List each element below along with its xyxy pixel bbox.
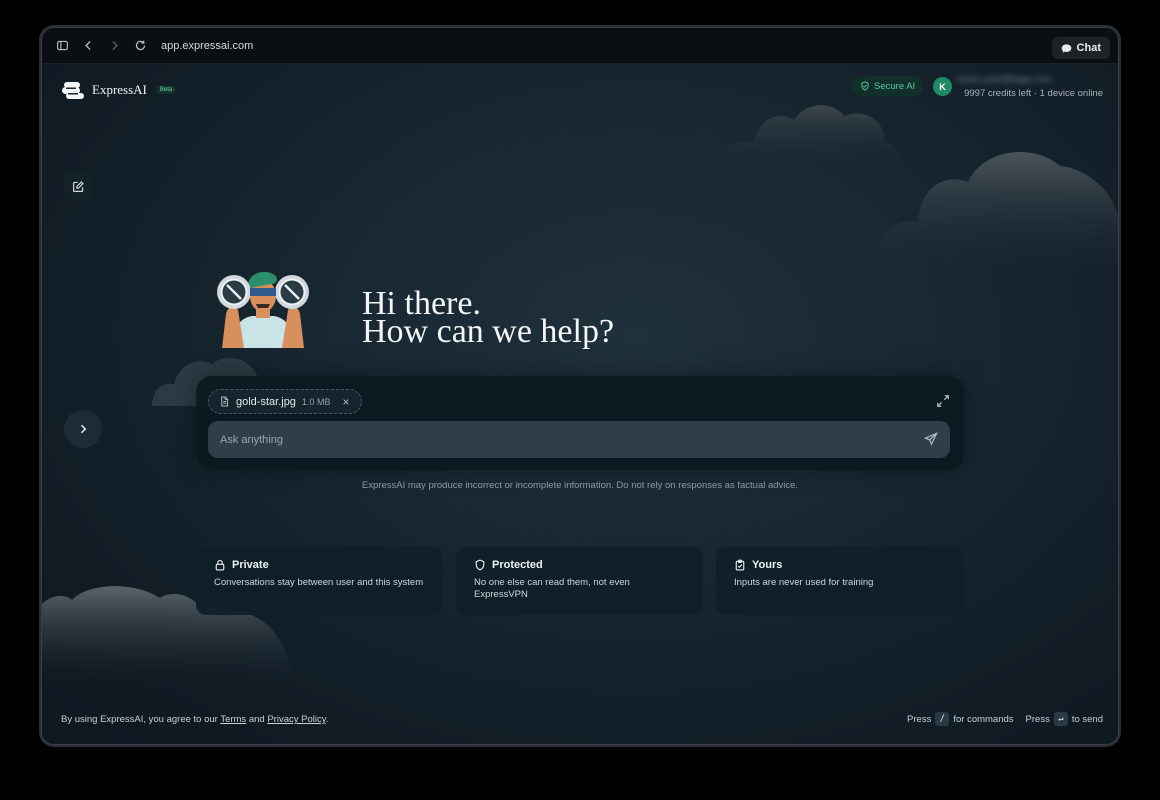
disclaimer-text: ExpressAI may produce incorrect or incom… [361, 480, 799, 491]
chat-bubble-icon [1061, 43, 1071, 53]
hint-press: Press [907, 713, 932, 725]
expand-icon[interactable] [936, 394, 950, 408]
attachment-chip[interactable]: gold-star.jpg 1.0 MB × [208, 389, 363, 414]
terms-notice: By using ExpressAI, you agree to our Ter… [61, 714, 328, 725]
hint-commands: for commands [953, 713, 1014, 725]
reload-icon[interactable] [127, 33, 153, 59]
attachment-name: gold-star.jpg [236, 395, 296, 408]
terms-suffix: . [325, 714, 329, 725]
brand-name: ExpressAI [92, 82, 147, 97]
card-title: Yours [752, 559, 783, 571]
prompt-input[interactable] [208, 421, 950, 458]
card-description: Inputs are never used for training [734, 577, 874, 588]
commands-hint: Press / for commands [907, 712, 1014, 726]
lock-icon [215, 559, 225, 571]
shield-check-icon [861, 81, 869, 91]
browser-toolbar: app.expressai.com Chat [42, 28, 1118, 64]
secure-ai-badge[interactable]: Secure AI [852, 76, 924, 96]
feature-card-private: Private Conversations stay between user … [196, 547, 443, 615]
browser-window: app.expressai.com Chat ExpressAI Beta Se… [42, 28, 1118, 744]
keyboard-hints: Press / for commands Press ↵ to send [907, 712, 1103, 726]
avatar[interactable]: K [933, 77, 952, 96]
send-hint: Press ↵ to send [1026, 712, 1103, 726]
terms-prefix: By using ExpressAI, you agree to our [61, 714, 221, 725]
enter-key: ↵ [1053, 712, 1068, 726]
app-page: ExpressAI Beta Secure AI K kevin.user@fu… [42, 64, 1118, 744]
address-bar[interactable]: app.expressai.com [161, 40, 253, 52]
chat-composer: gold-star.jpg 1.0 MB × [196, 376, 964, 470]
edit-icon [72, 180, 84, 192]
credits-status: 9997 credits left · 1 device online [964, 88, 1103, 99]
remove-attachment-icon[interactable]: × [342, 395, 349, 409]
binoculars-person-illustration [217, 271, 309, 348]
send-icon[interactable] [924, 432, 938, 446]
feature-card-yours: Yours Inputs are never used for training [716, 547, 963, 615]
new-chat-button[interactable] [64, 172, 92, 200]
forward-icon[interactable] [101, 33, 127, 59]
shield-icon [475, 559, 485, 571]
greeting-heading: Hi there. How can we help? [362, 287, 615, 350]
expressai-logo-icon [62, 82, 84, 99]
chat-button-label: Chat [1076, 42, 1101, 54]
beta-badge: Beta [156, 86, 176, 94]
privacy-policy-link[interactable]: Privacy Policy [267, 714, 325, 725]
prompt-field [208, 421, 950, 458]
user-email: kevin.user@fugai.com [958, 74, 1053, 85]
chevron-right-icon [80, 424, 87, 434]
attachment-size: 1.0 MB [301, 396, 331, 407]
back-icon[interactable] [75, 33, 101, 59]
card-description: Conversations stay between user and this… [214, 577, 424, 588]
card-title: Protected [492, 559, 543, 571]
sidebar-toggle-icon[interactable] [49, 33, 75, 59]
expand-sidebar-button[interactable] [64, 410, 102, 448]
clipboard-icon [735, 559, 745, 571]
card-description: No one else can read them, not even Expr… [474, 577, 630, 600]
feature-cards: Private Conversations stay between user … [196, 547, 963, 615]
chat-button[interactable]: Chat [1051, 37, 1110, 59]
terms-and: and [246, 714, 268, 725]
card-title: Private [232, 559, 269, 571]
feature-card-protected: Protected No one else can read them, not… [456, 547, 703, 615]
hint-send: to send [1071, 713, 1103, 725]
secure-ai-label: Secure AI [874, 80, 916, 92]
file-icon [221, 396, 229, 407]
slash-key: / [935, 712, 950, 726]
brand-logo[interactable]: ExpressAI Beta [62, 80, 176, 100]
terms-link[interactable]: Terms [220, 714, 246, 725]
greeting-line-2: How can we help? [362, 313, 615, 350]
hint-press: Press [1025, 713, 1050, 725]
cloud-illustration [872, 152, 1118, 276]
